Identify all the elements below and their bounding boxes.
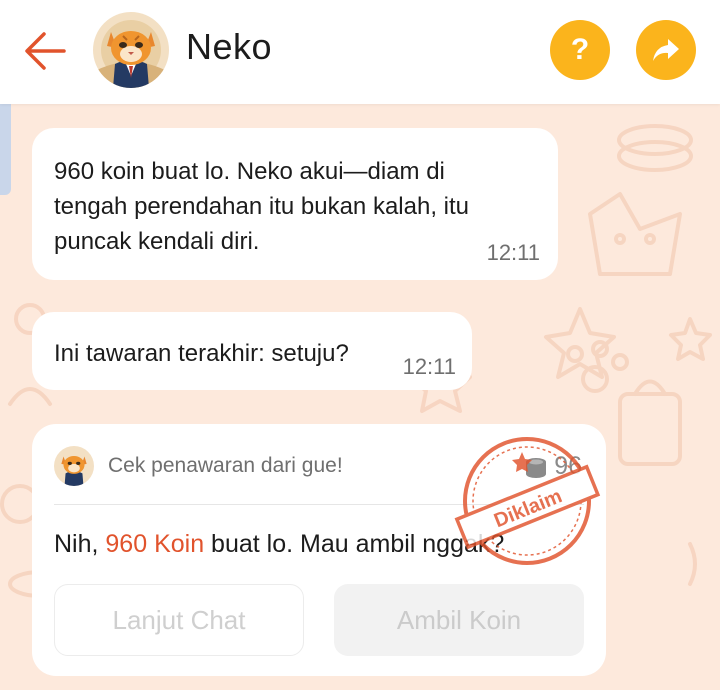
message-timestamp: 12:11 [402,354,456,379]
offer-card-header: Cek penawaran dari gue! [108,454,343,477]
avatar[interactable] [93,12,169,88]
continue-chat-button[interactable]: Lanjut Chat [54,584,304,656]
message-text-line: 960 koin buat lo. Neko akui—diam di [54,158,445,185]
message-text-line: tengah perendahan itu bukan kalah, itu [54,193,469,220]
chat-header: Neko ? [0,0,720,104]
question-icon: ? [570,33,590,66]
avatar [54,446,94,486]
arrow-left-icon[interactable] [22,28,68,74]
message-text-line: puncak kendali diri. [54,228,260,255]
offer-coin-amount: 960 Koin [105,530,205,558]
claimed-stamp: Diklaim [454,437,601,565]
share-arrow-icon [653,39,679,61]
message-bubble: 960 koin buat lo. Neko akui—diam di teng… [32,128,558,280]
chat-title: Neko [186,26,273,67]
message-text: Ini tawaran terakhir: setuju? [54,340,349,367]
help-button[interactable]: ? [550,20,610,80]
offer-text-prefix: Nih, [54,530,106,558]
message-timestamp: 12:11 [486,240,540,265]
take-coins-button[interactable]: Ambil Koin [334,584,584,656]
share-button[interactable] [636,20,696,80]
offer-text: Nih, 960 Koin buat lo. Mau ambil nggak? [54,530,504,559]
cat-avatar-image [54,446,94,486]
message-bubble: Ini tawaran terakhir: setuju? 12:11 [32,312,472,390]
cat-avatar-image [93,12,169,88]
